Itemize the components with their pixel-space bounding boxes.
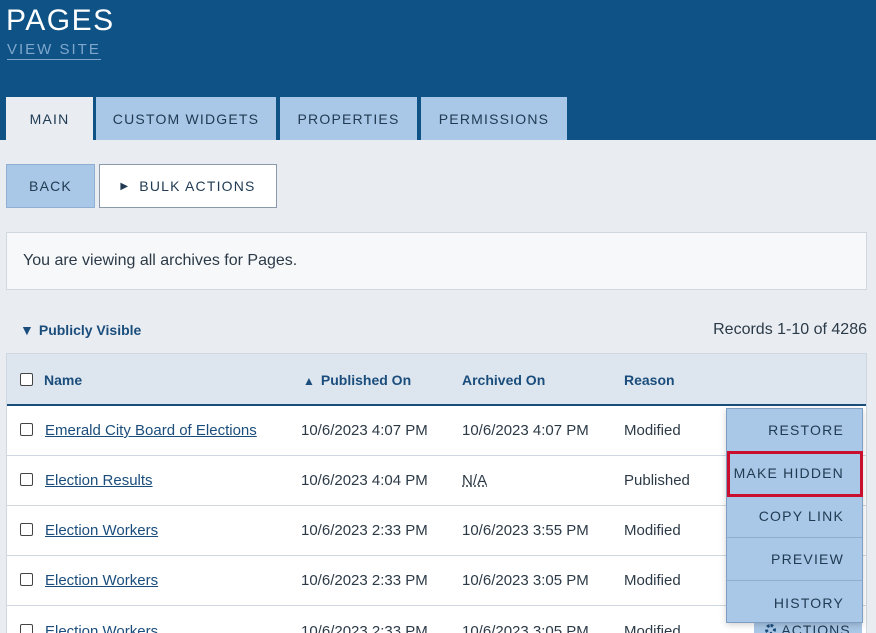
row-archived-on: 10/6/2023 4:07 PM (462, 422, 589, 439)
row-reason: Modified (624, 572, 681, 589)
row-name-link[interactable]: Election Workers (45, 572, 158, 589)
row-checkbox[interactable] (20, 423, 33, 436)
back-button[interactable]: BACK (6, 164, 95, 208)
gear-icon (765, 624, 777, 633)
bulk-actions-button[interactable]: ▶ BULK ACTIONS (99, 164, 277, 208)
menu-item-restore[interactable]: RESTORE (727, 409, 862, 452)
row-name-link[interactable]: Election Workers (45, 522, 158, 539)
row-checkbox[interactable] (20, 624, 33, 633)
view-site-link[interactable]: VIEW SITE (7, 41, 101, 60)
row-checkbox[interactable] (20, 573, 33, 586)
tab-main[interactable]: MAIN (6, 97, 93, 140)
info-message-box: You are viewing all archives for Pages. (6, 232, 867, 290)
row-published-on: 10/6/2023 4:07 PM (301, 422, 428, 439)
row-checkbox[interactable] (20, 523, 33, 536)
tab-properties[interactable]: PROPERTIES (280, 97, 417, 140)
row-published-on: 10/6/2023 4:04 PM (301, 472, 428, 489)
tab-permissions[interactable]: PERMISSIONS (421, 97, 567, 140)
records-count: Records 1-10 of 4286 (713, 321, 867, 338)
row-reason: Modified (624, 422, 681, 439)
page-title: PAGES (6, 4, 115, 37)
published-on-label: Published On (320, 372, 412, 388)
column-header-name[interactable]: Name (44, 372, 82, 388)
row-archived-on: 10/6/2023 3:55 PM (462, 522, 589, 539)
row-name-link[interactable]: Emerald City Board of Elections (45, 422, 257, 439)
menu-item-copy-link[interactable]: COPY LINK (727, 495, 862, 538)
row-name-link[interactable]: Election Results (45, 472, 153, 489)
actions-dropdown-menu: RESTORE MAKE HIDDEN COPY LINK PREVIEW HI… (726, 408, 863, 623)
filter-label: Publicly Visible (38, 322, 142, 338)
play-triangle-icon: ▶ (120, 180, 130, 192)
column-header-reason[interactable]: Reason (624, 372, 675, 388)
menu-item-history[interactable]: HISTORY (727, 581, 862, 624)
table-header: Name ▲ Published On Archived On Reason (7, 354, 866, 406)
row-reason: Modified (624, 522, 681, 539)
row-reason: Modified (624, 623, 681, 633)
triangle-down-icon: ▼ (20, 322, 34, 338)
page-header: PAGES VIEW SITE MAIN CUSTOM WIDGETS PROP… (0, 0, 876, 140)
row-published-on: 10/6/2023 2:33 PM (301, 623, 428, 633)
row-checkbox[interactable] (20, 473, 33, 486)
triangle-up-icon: ▲ (303, 374, 315, 388)
select-all-checkbox[interactable] (20, 373, 33, 386)
visibility-filter[interactable]: ▼ Publicly Visible (20, 322, 141, 338)
column-header-published-on[interactable]: ▲ Published On (303, 372, 411, 388)
row-archived-on: N/A (462, 472, 488, 489)
tab-custom-widgets[interactable]: CUSTOM WIDGETS (96, 97, 276, 140)
column-header-archived-on[interactable]: Archived On (462, 372, 545, 388)
info-message: You are viewing all archives for Pages. (23, 252, 298, 269)
bulk-actions-label: BULK ACTIONS (139, 178, 256, 194)
row-name-link[interactable]: Election Workers (45, 623, 158, 633)
menu-item-make-hidden[interactable]: MAKE HIDDEN (727, 452, 862, 495)
row-published-on: 10/6/2023 2:33 PM (301, 522, 428, 539)
row-archived-on: 10/6/2023 3:05 PM (462, 623, 589, 633)
row-published-on: 10/6/2023 2:33 PM (301, 572, 428, 589)
row-archived-on: 10/6/2023 3:05 PM (462, 572, 589, 589)
row-reason: Published (624, 472, 690, 489)
menu-item-preview[interactable]: PREVIEW (727, 538, 862, 581)
